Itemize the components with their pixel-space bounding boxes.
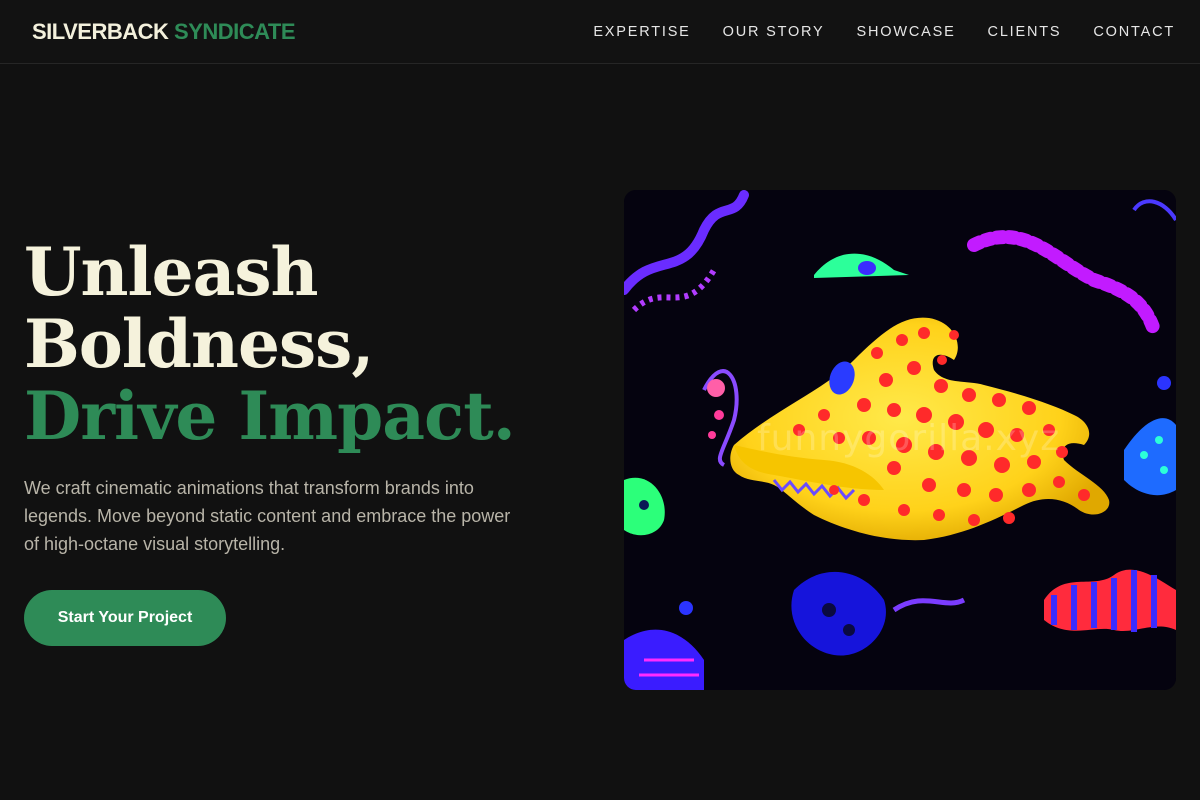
- hero-title-line-3: Drive Impact.: [24, 377, 516, 455]
- brand-logo[interactable]: SILVERBACK SYNDICATE: [32, 18, 296, 46]
- hero-title-line-2: Boldness,: [24, 305, 374, 383]
- brand-name-primary: SILVERBACK: [32, 19, 169, 44]
- hero-title: Unleash Boldness, Drive Impact.: [24, 233, 516, 455]
- start-project-button[interactable]: Start Your Project: [24, 590, 226, 646]
- nav-link-showcase[interactable]: SHOWCASE: [857, 22, 956, 42]
- site-header: SILVERBACK SYNDICATE EXPERTISE OUR STORY…: [0, 0, 1200, 64]
- nav-link-contact[interactable]: CONTACT: [1093, 22, 1175, 42]
- artwork-watermark: funnygorilla.xyz: [757, 418, 1061, 459]
- main-nav: EXPERTISE OUR STORY SHOWCASE CLIENTS CON…: [593, 22, 1175, 42]
- nav-link-clients[interactable]: CLIENTS: [988, 22, 1062, 42]
- nav-link-expertise[interactable]: EXPERTISE: [593, 22, 690, 42]
- hero-title-line-1: Unleash: [24, 233, 319, 311]
- hero-subtitle: We craft cinematic animations that trans…: [24, 478, 511, 554]
- nav-link-our-story[interactable]: OUR STORY: [723, 22, 825, 42]
- brand-name-accent: SYNDICATE: [174, 19, 296, 44]
